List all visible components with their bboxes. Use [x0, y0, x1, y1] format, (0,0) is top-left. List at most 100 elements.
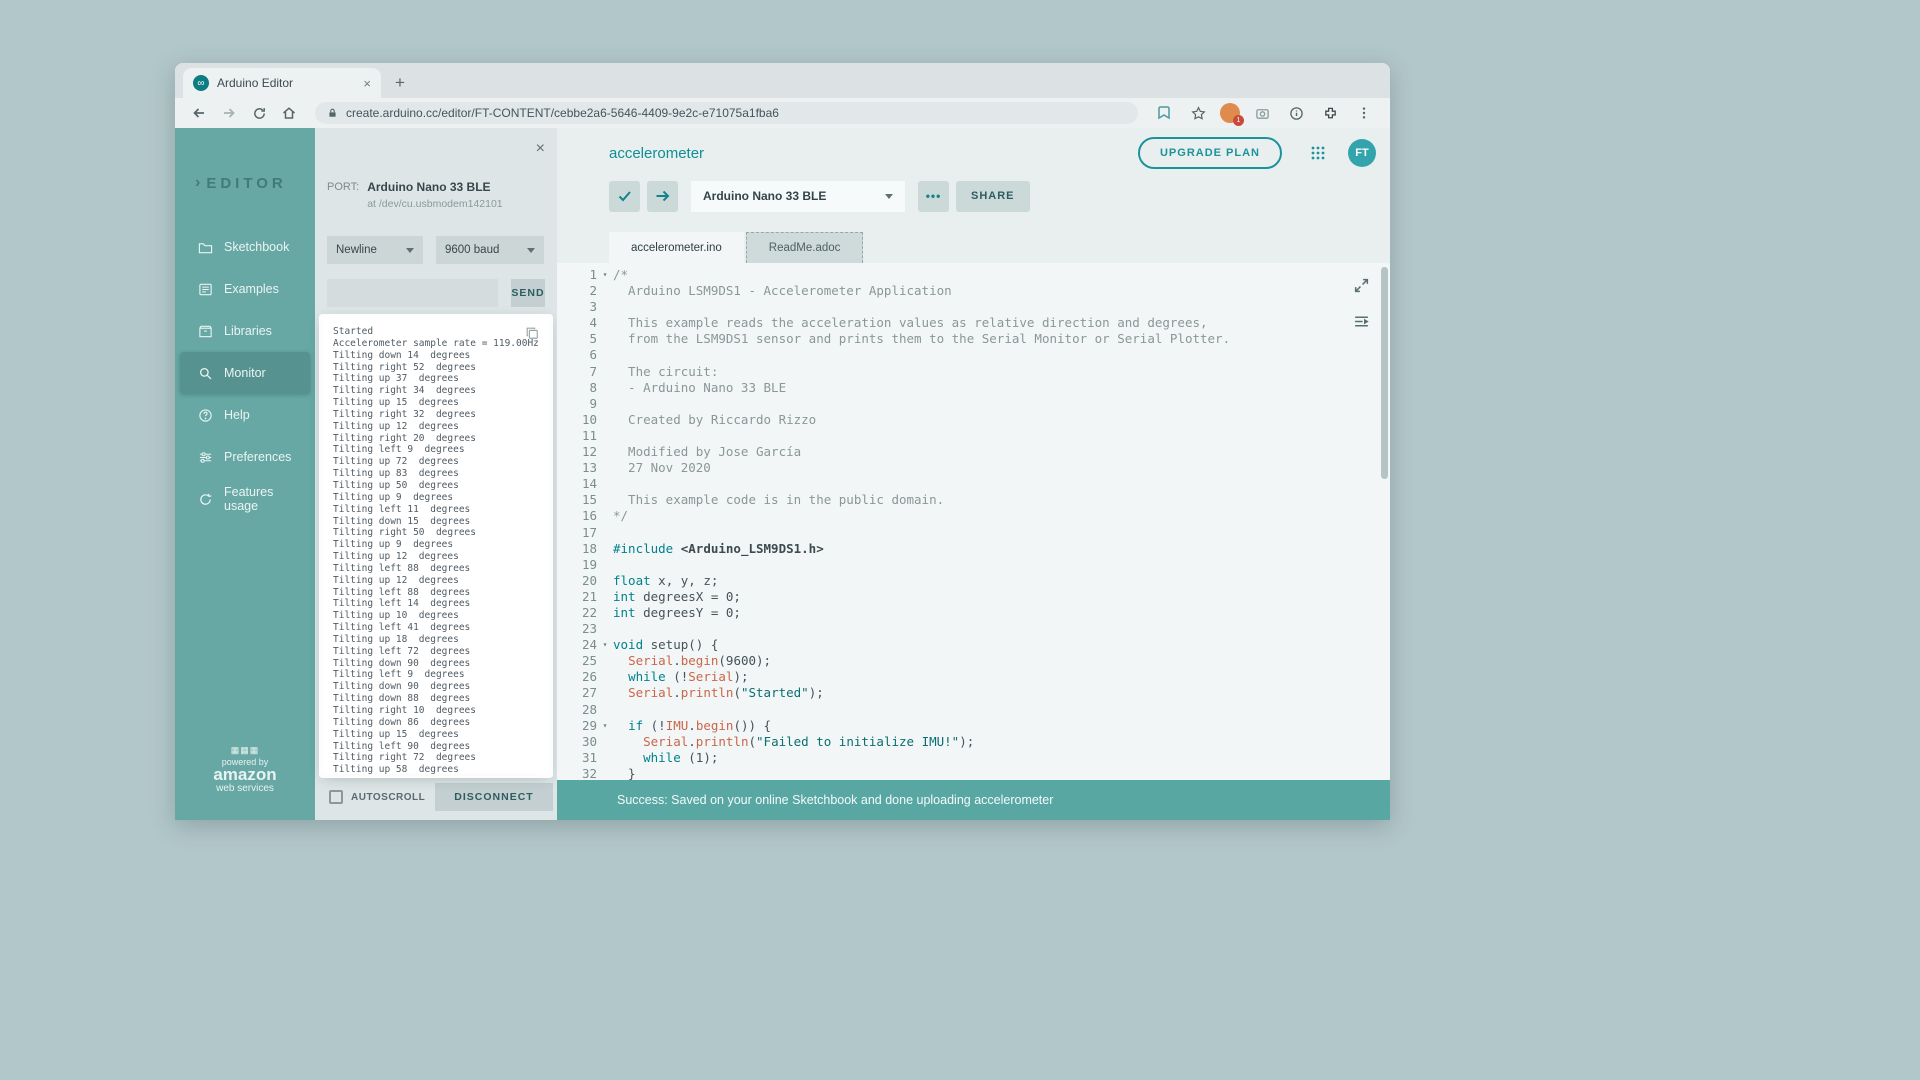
profile-avatar[interactable]: 1: [1220, 103, 1240, 123]
editor-scrollbar[interactable]: [1381, 267, 1388, 479]
apps-grid-icon[interactable]: [1310, 145, 1326, 161]
back-icon[interactable]: [187, 101, 211, 125]
line-number: 31: [557, 750, 597, 766]
fold-arrow-icon[interactable]: ▾: [597, 637, 613, 653]
sidebar-item-label: Examples: [224, 282, 279, 296]
url-bar[interactable]: create.arduino.cc/editor/FT-CONTENT/cebb…: [315, 102, 1138, 124]
port-info: PORT: Arduino Nano 33 BLE at /dev/cu.usb…: [315, 128, 557, 210]
fold-spacer: [597, 315, 613, 331]
code-line: 4 This example reads the acceleration va…: [557, 315, 1390, 331]
line-number: 12: [557, 444, 597, 460]
plus-icon: +: [395, 73, 405, 93]
forward-icon[interactable]: [217, 101, 241, 125]
more-options-button[interactable]: •••: [918, 181, 949, 212]
file-tab-accelerometer.ino[interactable]: accelerometer.ino: [609, 232, 744, 263]
new-tab-button[interactable]: +: [387, 70, 413, 96]
monitor-close-icon[interactable]: ×: [536, 142, 545, 156]
line-number: 30: [557, 734, 597, 750]
sidebar-item-sketchbook[interactable]: Sketchbook: [180, 226, 310, 268]
browser-tab[interactable]: ∞ Arduino Editor ×: [183, 68, 381, 98]
web-services-text: web services: [175, 783, 315, 794]
upload-button[interactable]: [647, 181, 678, 212]
user-avatar[interactable]: FT: [1348, 139, 1376, 167]
refresh-icon[interactable]: [247, 101, 271, 125]
send-button[interactable]: SEND: [511, 279, 545, 307]
code-text: This example code is in the public domai…: [613, 492, 944, 508]
status-message: Success: Saved on your online Sketchbook…: [617, 793, 1053, 807]
line-number: 27: [557, 685, 597, 701]
outline-icon[interactable]: [1353, 313, 1370, 333]
line-number: 11: [557, 428, 597, 444]
tab-close-icon[interactable]: ×: [363, 76, 371, 91]
arduino-editor-app: › EDITOR SketchbookExamplesLibrariesMoni…: [175, 128, 1390, 820]
fold-spacer: [597, 734, 613, 750]
verify-button[interactable]: [609, 181, 640, 212]
sidebar-item-label: Sketchbook: [224, 240, 289, 254]
disconnect-button[interactable]: DISCONNECT: [435, 783, 553, 811]
console-output: StartedAccelerometer sample rate = 119.0…: [323, 318, 549, 774]
line-number: 21: [557, 589, 597, 605]
code-editor[interactable]: 1▾/*2 Arduino LSM9DS1 - Accelerometer Ap…: [557, 263, 1390, 780]
code-text: Serial.println("Failed to initialize IMU…: [613, 734, 974, 750]
line-number: 6: [557, 347, 597, 363]
fold-spacer: [597, 396, 613, 412]
sidebar-item-libraries[interactable]: Libraries: [180, 310, 310, 352]
sidebar-item-help[interactable]: Help: [180, 394, 310, 436]
baud-rate-select[interactable]: 9600 baud: [436, 236, 544, 264]
code-line: 7 The circuit:: [557, 364, 1390, 380]
puzzle-extensions-icon[interactable]: [1318, 101, 1342, 125]
serial-monitor-panel: × PORT: Arduino Nano 33 BLE at /dev/cu.u…: [315, 128, 557, 820]
console-line: Tilting right 20 degrees: [333, 433, 549, 445]
console-line: Tilting up 12 degrees: [333, 575, 549, 587]
sidebar-item-preferences[interactable]: Preferences: [180, 436, 310, 478]
console-line: Tilting down 86 degrees: [333, 717, 549, 729]
fullscreen-icon[interactable]: [1353, 277, 1370, 297]
libraries-icon: [198, 324, 213, 339]
console-line: Tilting up 58 degrees: [333, 764, 549, 774]
sidebar-item-monitor[interactable]: Monitor: [180, 352, 310, 394]
console-line: Tilting left 14 degrees: [333, 598, 549, 610]
upgrade-plan-button[interactable]: UPGRADE PLAN: [1138, 137, 1282, 169]
code-line: 5 from the LSM9DS1 sensor and prints the…: [557, 331, 1390, 347]
line-number: 29: [557, 718, 597, 734]
bookmark-sync-icon[interactable]: [1152, 101, 1176, 125]
console-line: Tilting up 15 degrees: [333, 729, 549, 741]
logo-text: EDITOR: [206, 175, 286, 192]
port-path: at /dev/cu.usbmodem142101: [367, 198, 502, 210]
code-line: 29▾ if (!IMU.begin()) {: [557, 718, 1390, 734]
sidebar-item-label: Monitor: [224, 366, 266, 380]
star-icon[interactable]: [1186, 101, 1210, 125]
code-text: void setup() {: [613, 637, 718, 653]
fold-spacer: [597, 573, 613, 589]
fold-arrow-icon[interactable]: ▾: [597, 267, 613, 283]
console-panel[interactable]: StartedAccelerometer sample rate = 119.0…: [323, 318, 549, 774]
fold-spacer: [597, 460, 613, 476]
code-text: 27 Nov 2020: [613, 460, 711, 476]
board-selector[interactable]: Arduino Nano 33 BLE: [691, 181, 905, 212]
browser-menu-icon[interactable]: [1352, 101, 1376, 125]
fold-spacer: [597, 685, 613, 701]
file-tab-readme.adoc[interactable]: ReadMe.adoc: [746, 232, 864, 263]
info-icon[interactable]: [1284, 101, 1308, 125]
line-ending-select[interactable]: Newline: [327, 236, 423, 264]
screenshot-icon[interactable]: [1250, 101, 1274, 125]
autoscroll-checkbox[interactable]: [329, 790, 343, 804]
sidebar-item-label: Libraries: [224, 324, 272, 338]
home-icon[interactable]: [277, 101, 301, 125]
line-number: 19: [557, 557, 597, 573]
console-line: Tilting up 50 degrees: [333, 480, 549, 492]
copy-icon[interactable]: [525, 326, 539, 345]
serial-message-input[interactable]: [327, 279, 498, 307]
fold-spacer: [597, 380, 613, 396]
fold-arrow-icon[interactable]: ▾: [597, 718, 613, 734]
line-number: 26: [557, 669, 597, 685]
sidebar-item-examples[interactable]: Examples: [180, 268, 310, 310]
line-number: 20: [557, 573, 597, 589]
browser-extensions-area: 1: [1152, 101, 1378, 125]
line-number: 5: [557, 331, 597, 347]
code-line: 10 Created by Riccardo Rizzo: [557, 412, 1390, 428]
console-line: Accelerometer sample rate = 119.00Hz: [333, 338, 549, 350]
code-text: Arduino LSM9DS1 - Accelerometer Applicat…: [613, 283, 952, 299]
sidebar-item-features-usage[interactable]: Features usage: [180, 478, 310, 520]
share-button[interactable]: SHARE: [956, 181, 1030, 212]
